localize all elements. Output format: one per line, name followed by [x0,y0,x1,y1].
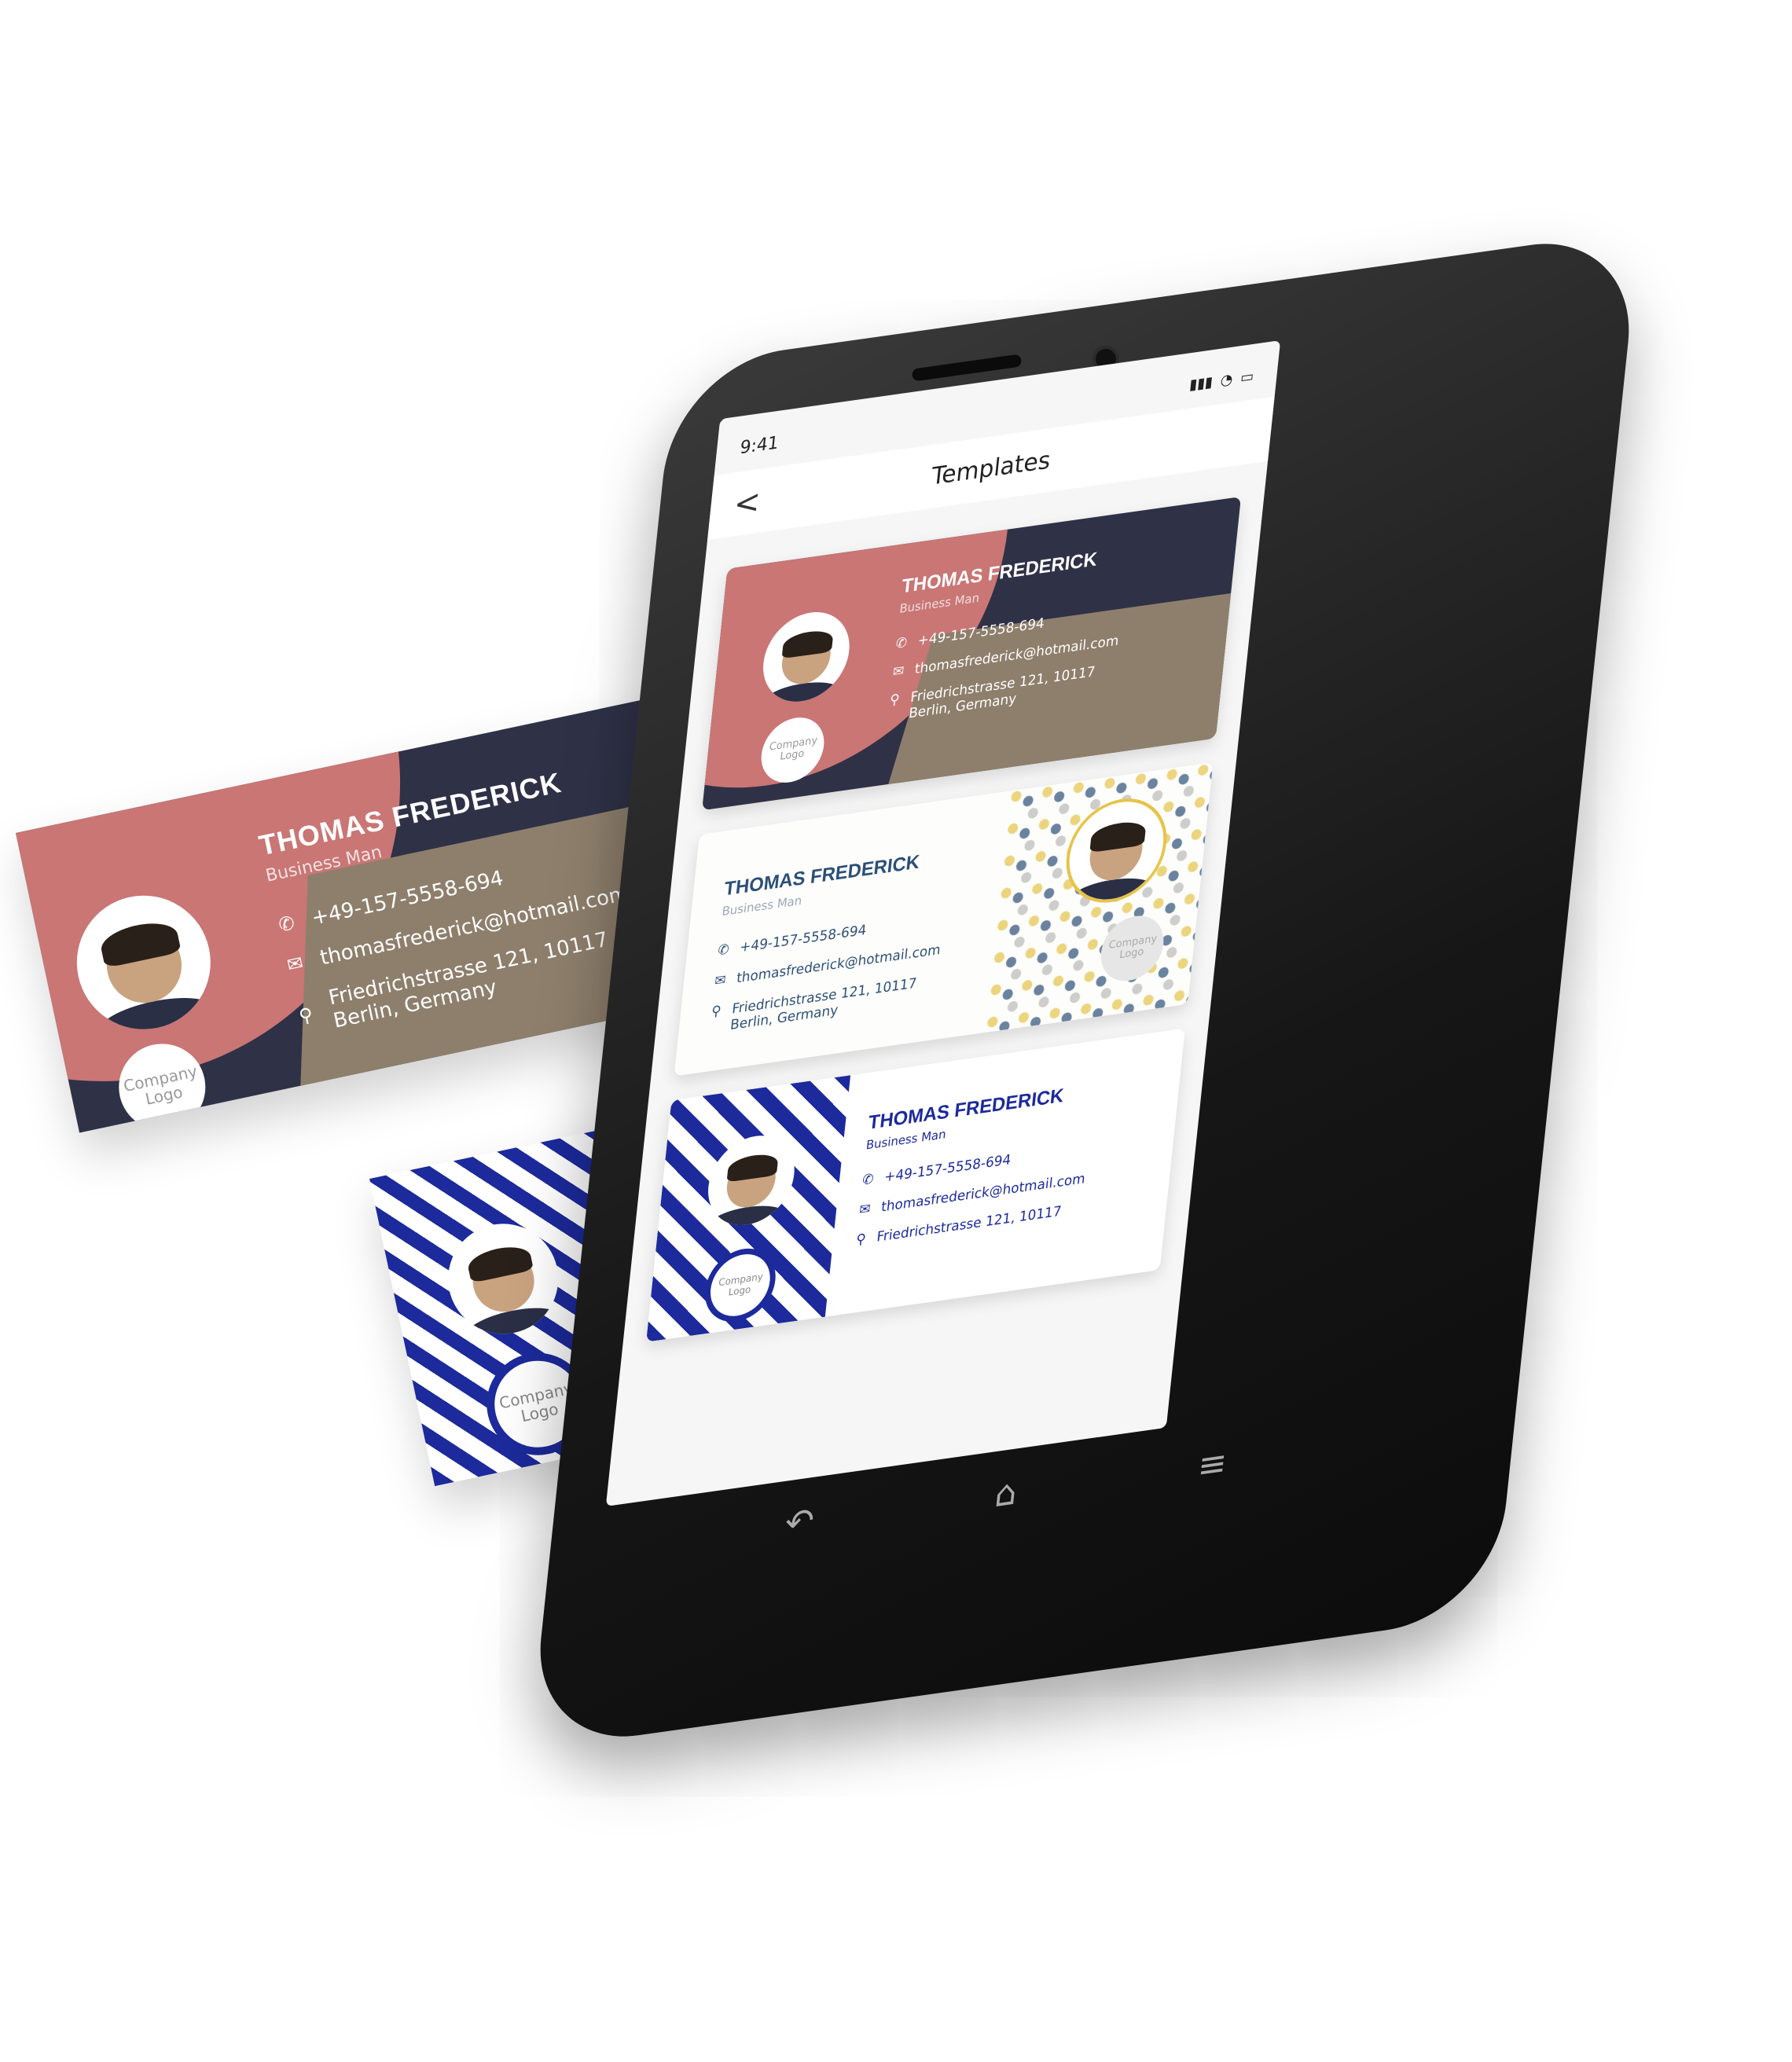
location-pin-icon: ⚲ [855,1231,867,1249]
back-navigation-icon[interactable]: ↶ [783,1499,816,1544]
menu-icon[interactable]: ≡ [1196,1441,1229,1486]
signal-icon: ▮▮▮ [1188,372,1214,394]
card-name: THOMAS FREDERICK [867,1084,1065,1135]
contact-phone: ✆ +49-157-5558-694 [717,922,868,959]
location-pin-icon: ⚲ [711,1003,722,1021]
template-card-1[interactable]: Company Logo THOMAS FREDERICK Business M… [702,496,1242,811]
mail-icon: ✉ [858,1201,872,1219]
contact-phone: ✆ +49-157-5558-694 [861,1151,1012,1189]
phone-icon: ✆ [894,634,908,653]
phone-icon: ✆ [861,1171,875,1189]
status-time: 9:41 [739,432,780,458]
battery-icon: ▭ [1239,367,1255,387]
page-title: Templates [930,446,1052,491]
phone-device: 9:41 ▮▮▮ ◔ ▭ < Templates Company Logo TH… [529,229,1640,1751]
phone-icon: ✆ [717,941,730,959]
mail-icon: ✉ [285,951,306,977]
template-card-2[interactable]: Company Logo THOMAS FREDERICK Business M… [674,762,1214,1077]
wifi-icon: ◔ [1219,370,1234,389]
location-pin-icon: ⚲ [296,1003,315,1028]
mail-icon: ✉ [714,971,727,990]
chevron-left-icon[interactable]: < [732,483,762,524]
card-name: THOMAS FREDERICK [723,851,921,901]
template-card-3[interactable]: Company Logo THOMAS FREDERICK Business M… [646,1028,1185,1342]
phone-icon: ✆ [276,912,297,937]
home-icon[interactable]: ⌂ [993,1471,1019,1515]
mail-icon: ✉ [891,662,905,681]
